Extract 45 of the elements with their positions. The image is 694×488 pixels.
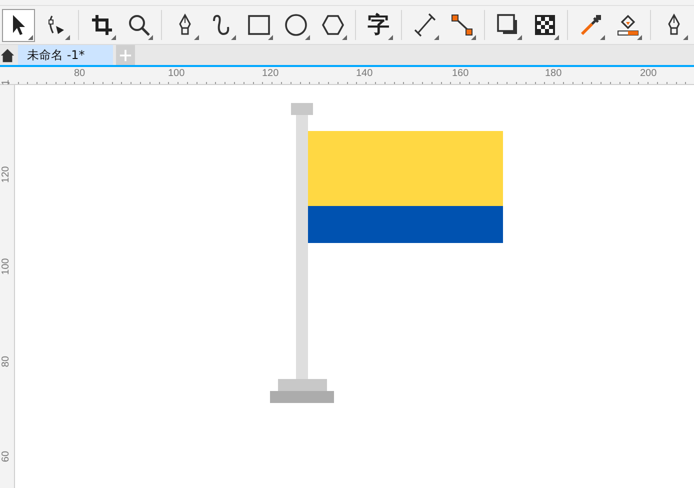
ruler-label: 160 bbox=[452, 68, 469, 79]
ruler-label: 60 bbox=[0, 450, 12, 464]
rectangle-icon bbox=[246, 13, 270, 37]
document-tab[interactable]: 未命名 -1* bbox=[18, 45, 113, 65]
text-tool-button[interactable]: 字 bbox=[362, 8, 395, 42]
shadow-square-icon bbox=[496, 13, 520, 37]
ruler-label: 120 bbox=[262, 68, 279, 79]
flyout-arrow-icon bbox=[517, 34, 522, 40]
plus-icon bbox=[119, 48, 132, 62]
flyout-arrow-icon bbox=[111, 34, 116, 40]
flyout-arrow-icon bbox=[683, 34, 688, 40]
flyout-arrow-icon bbox=[148, 34, 153, 40]
ruler-label: 80 bbox=[0, 354, 12, 370]
flyout-arrow-icon bbox=[600, 34, 605, 40]
flyout-arrow-icon bbox=[471, 34, 476, 40]
flyout-arrow-icon bbox=[388, 34, 393, 40]
ruler-label: 1 bbox=[0, 78, 12, 88]
ruler-label: 140 bbox=[356, 68, 373, 79]
flyout-arrow-icon bbox=[342, 34, 347, 40]
eyedropper-icon bbox=[578, 13, 602, 37]
flyout-arrow-icon bbox=[434, 34, 439, 40]
flyout-arrow-icon bbox=[305, 34, 310, 40]
flyout-arrow-icon bbox=[65, 34, 70, 40]
paint-bucket-icon bbox=[616, 13, 640, 37]
ruler-label: 200 bbox=[640, 68, 657, 79]
flyout-arrow-icon bbox=[28, 34, 33, 40]
dimension-line-icon bbox=[412, 13, 436, 37]
flyout-arrow-icon bbox=[637, 34, 642, 40]
ruler-label: 120 bbox=[0, 166, 12, 184]
select-tool-button[interactable] bbox=[2, 8, 35, 42]
hexagon-icon bbox=[320, 13, 344, 37]
flyout-arrow-icon bbox=[268, 34, 273, 40]
flyout-arrow-icon bbox=[194, 34, 199, 40]
ruler-label: 100 bbox=[0, 258, 12, 276]
ruler-label: 80 bbox=[74, 68, 86, 79]
flyout-arrow-icon bbox=[554, 34, 559, 40]
circle-icon bbox=[284, 13, 308, 37]
connector-icon bbox=[450, 13, 474, 37]
ruler-label: 180 bbox=[545, 68, 562, 79]
ruler-label: 100 bbox=[168, 68, 185, 79]
home-icon bbox=[0, 48, 15, 62]
checkerboard-icon bbox=[532, 13, 556, 37]
crop-icon bbox=[90, 13, 114, 37]
search-icon bbox=[126, 13, 150, 37]
flyout-arrow-icon bbox=[231, 34, 236, 40]
